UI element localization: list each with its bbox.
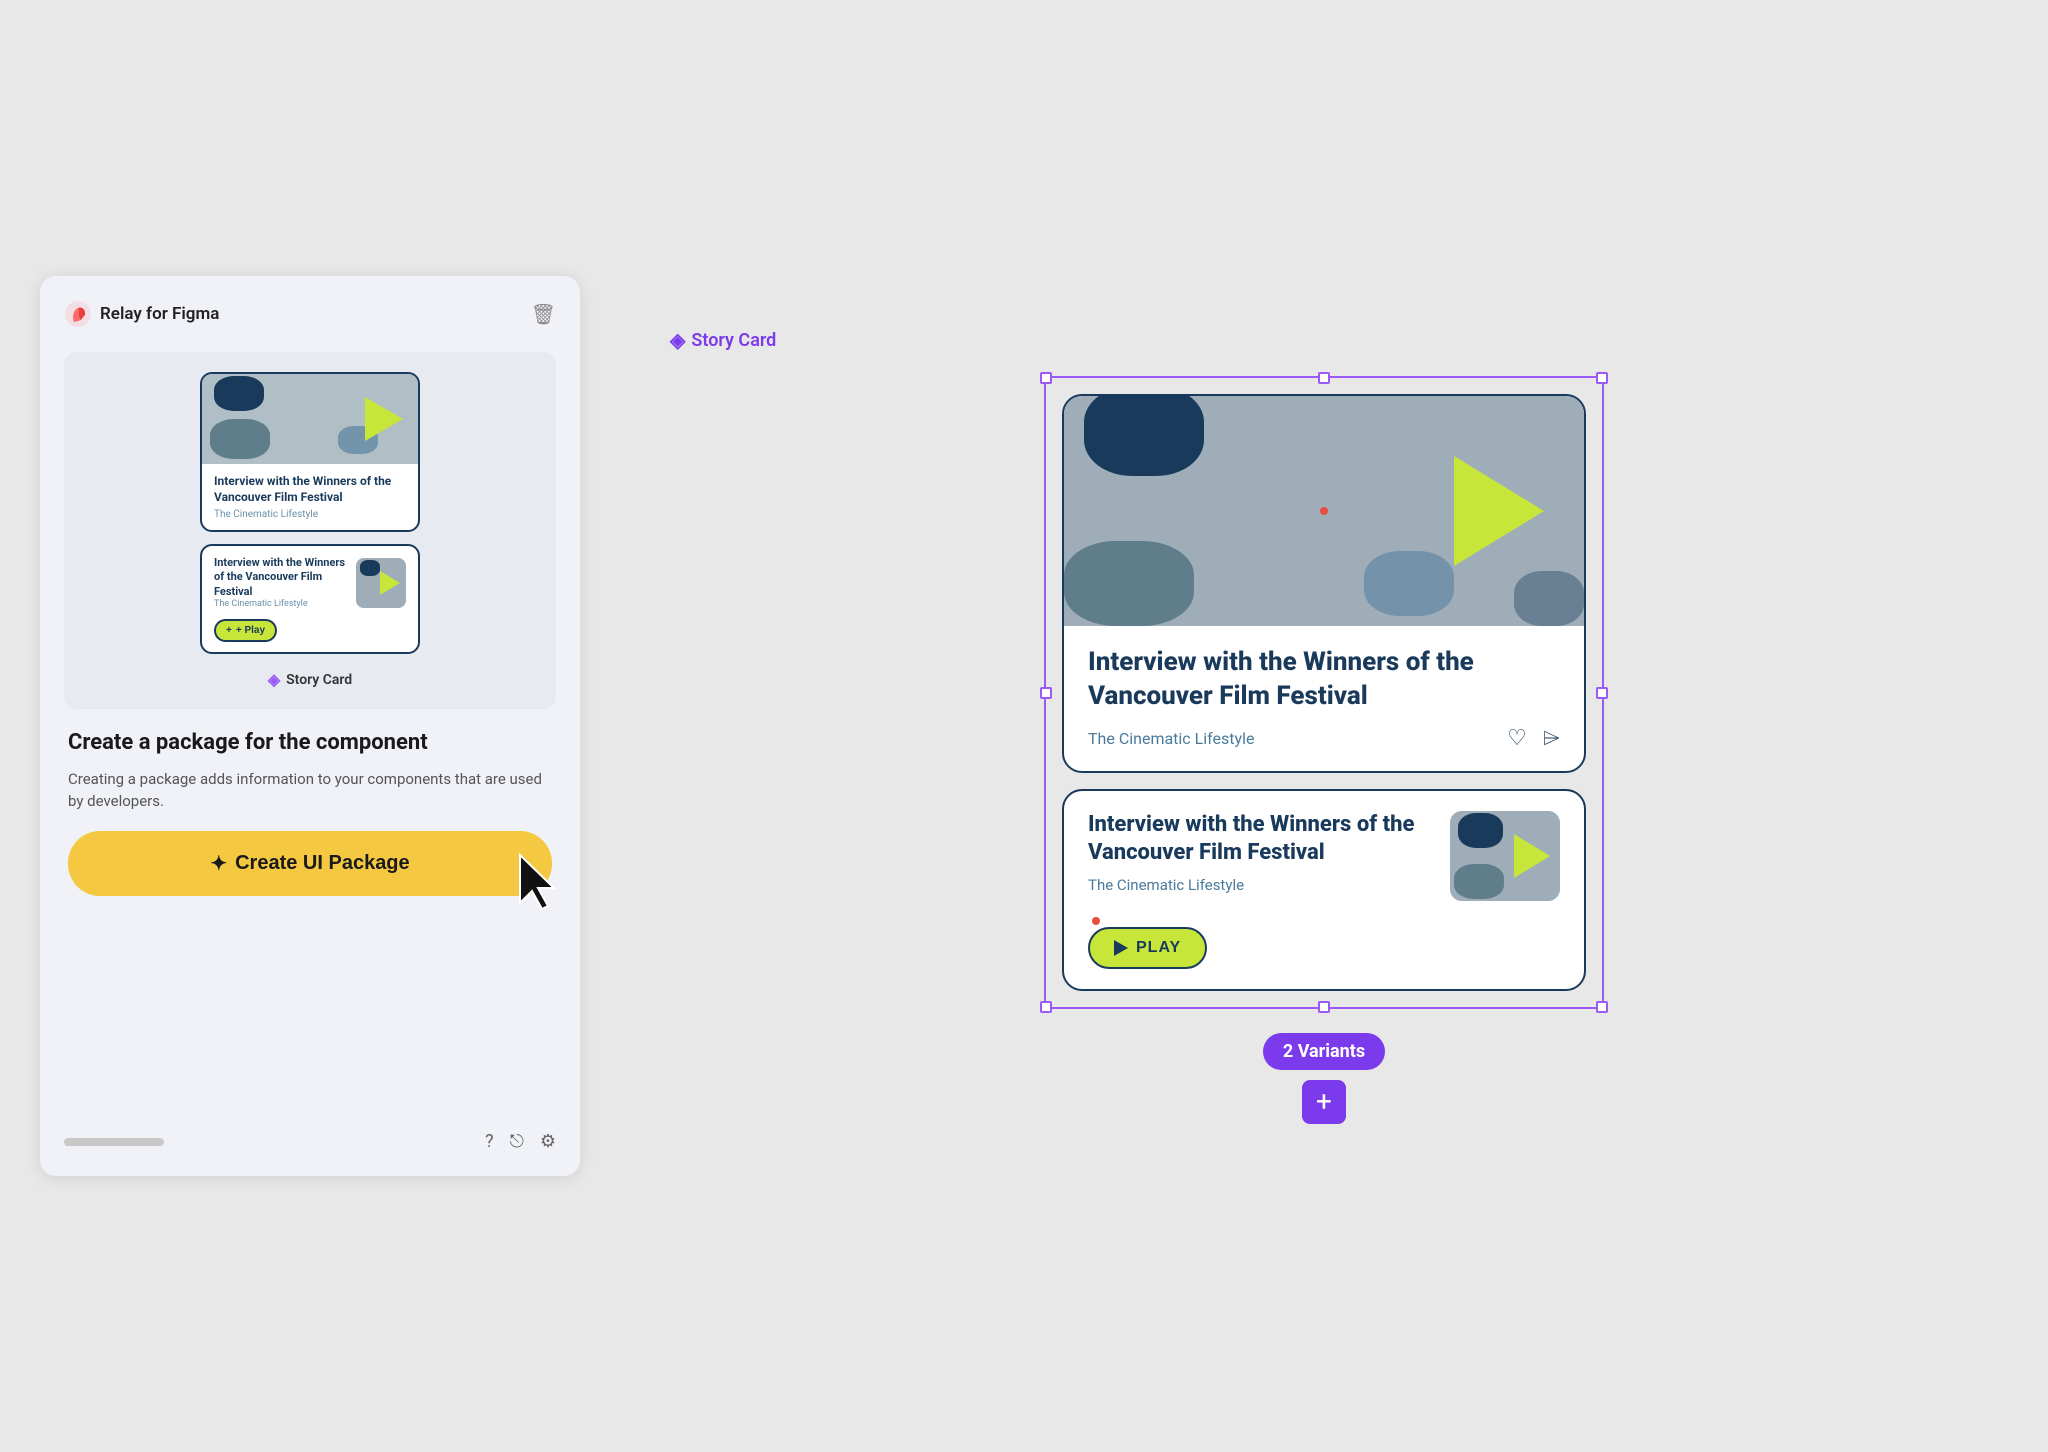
handle-top-right[interactable] xyxy=(1596,372,1608,384)
mini-card-v2-subtitle: The Cinematic Lifestyle xyxy=(214,599,348,609)
help-icon[interactable]: ? xyxy=(485,1131,494,1152)
play-plus-icon: + xyxy=(226,625,232,636)
play-triangle-icon xyxy=(1114,940,1128,956)
right-panel: ◈ Story Card Interview with the Winner xyxy=(640,298,2008,1154)
diamond-top-icon: ◈ xyxy=(670,328,685,352)
share-icon[interactable]: ⎋ xyxy=(510,1131,524,1152)
selection-container: Interview with the Winners of the Vancou… xyxy=(1044,376,1604,1009)
play-btn-big-label: PLAY xyxy=(1136,939,1181,957)
mini-card-v2-thumb xyxy=(356,558,406,608)
share2-icon[interactable]: ⌲ xyxy=(1543,726,1560,751)
create-title: Create a package for the component xyxy=(68,729,552,758)
big-card-v1-body: Interview with the Winners of the Vancou… xyxy=(1064,626,1584,771)
big-card-v2-inner: Interview with the Winners of the Vancou… xyxy=(1088,811,1560,969)
app-title-group: Relay for Figma xyxy=(64,300,219,328)
handle-left-mid[interactable] xyxy=(1040,687,1052,699)
play-button-mini[interactable]: + + Play xyxy=(214,619,277,642)
mini-card-v1-title: Interview with the Winners of the Vancou… xyxy=(214,474,406,505)
story-card-label: ◈ Story Card xyxy=(268,670,352,689)
handle-top-mid[interactable] xyxy=(1318,372,1330,384)
mini-card-v1-subtitle: The Cinematic Lifestyle xyxy=(214,509,406,520)
big-card-v1: Interview with the Winners of the Vancou… xyxy=(1062,394,1586,773)
heart-icon[interactable]: ♡ xyxy=(1507,726,1527,751)
create-ui-package-button[interactable]: ✦ Create UI Package xyxy=(68,831,552,896)
bottom-bar: ? ⎋ ⚙ xyxy=(64,1115,556,1152)
big-card-v2-thumbnail xyxy=(1450,811,1560,901)
card-thumbnail-v1 xyxy=(202,374,418,464)
handle-right-mid[interactable] xyxy=(1596,687,1608,699)
big-card-v2-title: Interview with the Winners of the Vancou… xyxy=(1088,811,1434,868)
handle-bottom-right[interactable] xyxy=(1596,1001,1608,1013)
scrollbar[interactable] xyxy=(64,1138,164,1146)
handle-bottom-left[interactable] xyxy=(1040,1001,1052,1013)
mini-card-v2: Interview with the Winners of the Vancou… xyxy=(200,544,420,654)
mini-card-v1: Interview with the Winners of the Vancou… xyxy=(200,372,420,532)
play-button-big[interactable]: PLAY xyxy=(1088,927,1207,969)
mini-card-v1-body: Interview with the Winners of the Vancou… xyxy=(202,464,418,530)
big-card-v2-text: Interview with the Winners of the Vancou… xyxy=(1088,811,1434,969)
left-panel: Relay for Figma 🗑 Interview with the Win… xyxy=(40,276,580,1176)
preview-area: Interview with the Winners of the Vancou… xyxy=(64,352,556,709)
mini-card-v2-inner: Interview with the Winners of the Vancou… xyxy=(214,556,406,609)
create-desc: Creating a package adds information to y… xyxy=(68,768,552,813)
plus-icon: + xyxy=(1316,1085,1332,1118)
card-actions: ♡ ⌲ xyxy=(1507,726,1560,751)
delete-icon[interactable]: 🗑 xyxy=(531,302,556,326)
mini-card-v2-title: Interview with the Winners of the Vancou… xyxy=(214,556,348,599)
story-card-top-label-text: Story Card xyxy=(691,330,776,351)
relay-logo-icon xyxy=(64,300,92,328)
add-variant-button[interactable]: + xyxy=(1302,1080,1346,1124)
bottom-actions: 2 Variants + xyxy=(1263,1033,1385,1124)
big-card-v1-subtitle: The Cinematic Lifestyle xyxy=(1088,729,1254,748)
big-card-v2: Interview with the Winners of the Vancou… xyxy=(1062,789,1586,991)
big-card-v2-subtitle: The Cinematic Lifestyle xyxy=(1088,876,1434,894)
panel-header: Relay for Figma 🗑 xyxy=(64,300,556,328)
story-card-label-text: Story Card xyxy=(286,672,352,688)
story-card-top-label: ◈ Story Card xyxy=(670,328,776,352)
big-card-v1-title: Interview with the Winners of the Vancou… xyxy=(1088,646,1560,714)
big-card-v1-sub-row: The Cinematic Lifestyle ♡ ⌲ xyxy=(1088,726,1560,751)
play-button-mini-label: + Play xyxy=(236,625,265,636)
sparkles-icon: ✦ xyxy=(210,851,227,876)
settings-icon[interactable]: ⚙ xyxy=(540,1131,556,1152)
variants-badge: 2 Variants xyxy=(1263,1033,1385,1070)
mini-card-v2-text: Interview with the Winners of the Vancou… xyxy=(214,556,348,609)
diamond-icon: ◈ xyxy=(268,670,280,689)
bottom-icons: ? ⎋ ⚙ xyxy=(485,1131,556,1152)
big-card-v1-thumbnail xyxy=(1064,396,1584,626)
create-section: Create a package for the component Creat… xyxy=(64,729,556,896)
cursor-icon xyxy=(512,851,567,916)
app-title: Relay for Figma xyxy=(100,304,219,324)
handle-top-left[interactable] xyxy=(1040,372,1052,384)
handle-bottom-mid[interactable] xyxy=(1318,1001,1330,1013)
create-btn-label: Create UI Package xyxy=(235,852,410,875)
